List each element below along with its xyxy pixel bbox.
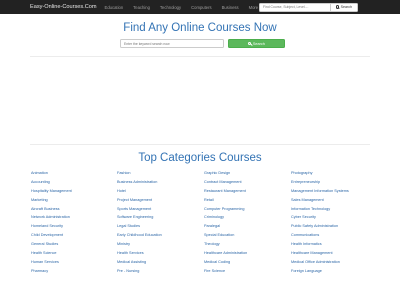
hero-search-button[interactable]: Search <box>228 39 285 48</box>
category-link[interactable]: Theology <box>204 240 247 249</box>
navbar-search-button[interactable]: Search <box>331 2 358 12</box>
navbar-search-form: Search <box>259 2 358 12</box>
nav-link-business[interactable]: Business <box>222 5 239 10</box>
category-link[interactable]: Network Administration <box>31 213 72 222</box>
search-icon <box>248 41 252 46</box>
category-link[interactable]: Fire Science <box>204 267 247 276</box>
category-link[interactable]: Sports Management <box>117 205 162 214</box>
category-link[interactable]: Health Informatics <box>291 240 349 249</box>
category-link[interactable]: Pharmacy <box>31 267 72 276</box>
category-link[interactable]: Fashion <box>117 169 162 178</box>
category-link[interactable]: Accounting <box>31 178 72 187</box>
category-column-3: Graphic Design Contract Management Resta… <box>204 169 247 276</box>
category-link[interactable]: Child Development <box>31 231 72 240</box>
category-link[interactable]: Early Childhood Education <box>117 231 162 240</box>
category-link[interactable]: Foreign Language <box>291 267 349 276</box>
category-link[interactable]: Special Education <box>204 231 247 240</box>
categories-title: Top Categories Courses <box>138 152 262 164</box>
category-link[interactable]: Marketing <box>31 196 72 205</box>
category-link[interactable]: Public Safety Administration <box>291 222 349 231</box>
category-link[interactable]: Animation <box>31 169 72 178</box>
category-link[interactable]: Medical Assisting <box>117 258 162 267</box>
category-link[interactable]: Communications <box>291 231 349 240</box>
category-link[interactable]: Medical Office Administration <box>291 258 349 267</box>
category-link[interactable]: Computer Programming <box>204 205 247 214</box>
nav-link-technology[interactable]: Technology <box>160 5 181 10</box>
nav-link-teaching[interactable]: Teaching <box>133 5 150 10</box>
category-link[interactable]: Retail <box>204 196 247 205</box>
category-link[interactable]: Healthcare Management <box>291 249 349 258</box>
hero-search-input[interactable] <box>120 39 224 48</box>
category-link[interactable]: Hotel <box>117 187 162 196</box>
category-link[interactable]: Business Administration <box>117 178 162 187</box>
nav-links: Education Teaching Technology Computers … <box>105 5 272 10</box>
category-column-2: Fashion Business Administration Hotel Pr… <box>117 169 162 276</box>
category-column-1: Animation Accounting Hospitality Managem… <box>31 169 72 276</box>
top-navbar: Easy-Online-Courses.Com Education Teachi… <box>0 0 400 14</box>
category-link[interactable]: Entrepreneurship <box>291 178 349 187</box>
nav-link-computers[interactable]: Computers <box>191 5 211 10</box>
navbar-search-button-label: Search <box>340 5 353 9</box>
category-link[interactable]: Restaurant Management <box>204 187 247 196</box>
category-link[interactable]: Legal Studies <box>117 222 162 231</box>
hero-search-form: Search <box>120 39 285 48</box>
category-link[interactable]: Pre - Nursing <box>117 267 162 276</box>
category-link[interactable]: Criminology <box>204 213 247 222</box>
category-link[interactable]: Ministry <box>117 240 162 249</box>
section-divider <box>30 144 370 145</box>
category-link[interactable]: Contract Management <box>204 178 247 187</box>
search-icon <box>335 5 340 9</box>
category-link[interactable]: Management Information Systems <box>291 187 349 196</box>
category-link[interactable]: Cyber Security <box>291 213 349 222</box>
category-link[interactable]: Hospitality Management <box>31 187 72 196</box>
section-divider <box>30 56 370 57</box>
category-link[interactable]: Software Engineering <box>117 213 162 222</box>
hero-search-button-label: Search <box>252 41 265 46</box>
category-link[interactable]: Medical Coding <box>204 258 247 267</box>
category-link[interactable]: Healthcare Administration <box>204 249 247 258</box>
category-link[interactable]: Sales Management <box>291 196 349 205</box>
category-link[interactable]: Paralegal <box>204 222 247 231</box>
category-column-4: Photography Entrepreneurship Management … <box>291 169 349 276</box>
navbar-search-input[interactable] <box>259 2 331 12</box>
site-brand-link[interactable]: Easy-Online-Courses.Com <box>30 4 97 10</box>
category-link[interactable]: Health Science <box>31 249 72 258</box>
nav-link-education[interactable]: Education <box>105 5 124 10</box>
category-link[interactable]: Aircraft Business <box>31 205 72 214</box>
category-link[interactable]: General Studies <box>31 240 72 249</box>
nav-more-label: More <box>248 4 259 10</box>
hero-title: Find Any Online Courses Now <box>123 22 277 34</box>
category-link[interactable]: Information Technology <box>291 205 349 214</box>
category-link[interactable]: Graphic Design <box>204 169 247 178</box>
category-link[interactable]: Health Services <box>117 249 162 258</box>
category-link[interactable]: Photography <box>291 169 349 178</box>
category-link[interactable]: Project Management <box>117 196 162 205</box>
category-link[interactable]: Homeland Security <box>31 222 72 231</box>
category-link[interactable]: Human Services <box>31 258 72 267</box>
